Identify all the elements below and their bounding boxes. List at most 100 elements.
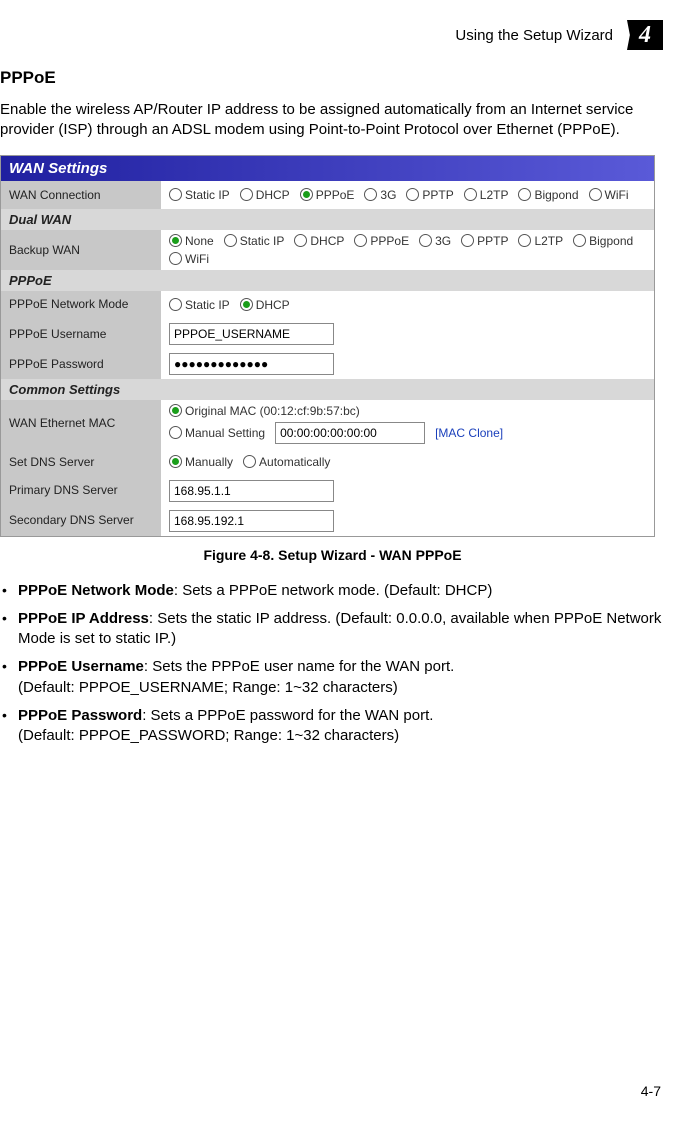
radio-dot-icon <box>518 188 531 201</box>
radio-3g[interactable]: 3G <box>364 188 396 202</box>
radio-dhcp[interactable]: DHCP <box>294 234 344 248</box>
section-pppoe: PPPoE <box>1 270 654 291</box>
radio-dot-icon <box>169 188 182 201</box>
row-dns: Set DNS Server Manually Automatically <box>1 448 654 476</box>
bullet-item: PPPoE Password: Sets a PPPoE password fo… <box>0 706 665 747</box>
row-wan-mac: WAN Ethernet MAC Original MAC (00:12:cf:… <box>1 400 654 448</box>
label-wan-mac: WAN Ethernet MAC <box>1 400 161 448</box>
label-backup-wan: Backup WAN <box>1 230 161 270</box>
breadcrumb: Using the Setup Wizard <box>455 27 613 44</box>
radio-label: DHCP <box>256 298 290 312</box>
radio-label: Bigpond <box>534 188 578 202</box>
figure-caption: Figure 4-8. Setup Wizard - WAN PPPoE <box>0 547 665 563</box>
page-header: Using the Setup Wizard 4 <box>0 20 665 50</box>
row-pppoe-mode: PPPoE Network Mode Static IP DHCP <box>1 291 654 319</box>
dns2-input[interactable] <box>169 510 334 532</box>
radio-dot-icon <box>169 455 182 468</box>
radio-dot-icon <box>243 455 256 468</box>
label-pppoe-mode: PPPoE Network Mode <box>1 291 161 319</box>
wan-settings-panel: WAN Settings WAN Connection Static IP DHC… <box>0 155 655 537</box>
radio-dhcp[interactable]: DHCP <box>240 188 290 202</box>
radio-label: None <box>185 234 214 248</box>
page-number: 4-7 <box>641 1083 661 1099</box>
section-common: Common Settings <box>1 379 654 400</box>
radio-dot-icon <box>461 234 474 247</box>
radio-dot-icon <box>169 298 182 311</box>
radio-label: PPTP <box>422 188 453 202</box>
bullet-rest: : Sets the PPPoE user name for the WAN p… <box>144 658 454 675</box>
radio-label: L2TP <box>534 234 563 248</box>
row-dns1: Primary DNS Server <box>1 476 654 506</box>
radio-automatically[interactable]: Automatically <box>243 455 330 469</box>
chapter-badge: 4 <box>627 20 663 50</box>
radio-dot-icon <box>354 234 367 247</box>
section-intro: Enable the wireless AP/Router IP address… <box>0 100 665 141</box>
wan-connection-options: Static IP DHCP PPPoE 3G PPTP L2TP Bigpond WiFi <box>161 184 654 206</box>
radio-static-ip[interactable]: Static IP <box>224 234 285 248</box>
bullet-head: PPPoE Username <box>18 658 144 675</box>
radio-label: Static IP <box>240 234 285 248</box>
radio-dot-icon <box>169 234 182 247</box>
original-mac-text: Original MAC (00:12:cf:9b:57:bc) <box>185 404 360 418</box>
bullet-line2: (Default: PPPOE_PASSWORD; Range: 1~32 ch… <box>18 727 399 744</box>
radio-label: L2TP <box>480 188 509 202</box>
label-pppoe-username: PPPoE Username <box>1 319 161 349</box>
radio-label: 3G <box>435 234 451 248</box>
radio-dot-icon <box>573 234 586 247</box>
radio-pptp[interactable]: PPTP <box>406 188 453 202</box>
radio-bigpond[interactable]: Bigpond <box>518 188 578 202</box>
radio-dot-icon <box>518 234 531 247</box>
bullet-item: PPPoE Username: Sets the PPPoE user name… <box>0 657 665 698</box>
panel-title: WAN Settings <box>1 156 654 181</box>
radio-static-ip[interactable]: Static IP <box>169 298 230 312</box>
manual-mac-text: Manual Setting <box>185 426 265 440</box>
pppoe-password-input[interactable] <box>169 353 334 375</box>
radio-dhcp[interactable]: DHCP <box>240 298 290 312</box>
radio-dot-icon <box>589 188 602 201</box>
label-dns: Set DNS Server <box>1 448 161 476</box>
radio-label: PPPoE <box>316 188 355 202</box>
radio-l2tp[interactable]: L2TP <box>464 188 509 202</box>
pppoe-username-input[interactable] <box>169 323 334 345</box>
section-title: PPPoE <box>0 68 665 88</box>
row-backup-wan: Backup WAN None Static IP DHCP PPPoE 3G PPTP L… <box>1 230 654 270</box>
radio-label: 3G <box>380 188 396 202</box>
radio-static-ip[interactable]: Static IP <box>169 188 230 202</box>
radio-dot-icon <box>300 188 313 201</box>
radio-pppoe[interactable]: PPPoE <box>354 234 409 248</box>
radio-wifi[interactable]: WiFi <box>169 252 209 266</box>
radio-original-mac[interactable]: Original MAC (00:12:cf:9b:57:bc) <box>169 404 360 418</box>
label-dns1: Primary DNS Server <box>1 476 161 506</box>
radio-label: DHCP <box>256 188 290 202</box>
radio-wifi[interactable]: WiFi <box>589 188 629 202</box>
radio-label: Automatically <box>259 455 330 469</box>
label-pppoe-password: PPPoE Password <box>1 349 161 379</box>
radio-label: WiFi <box>185 252 209 266</box>
radio-label: Static IP <box>185 188 230 202</box>
radio-pppoe[interactable]: PPPoE <box>300 188 355 202</box>
section-dual-wan: Dual WAN <box>1 209 654 230</box>
radio-label: DHCP <box>310 234 344 248</box>
radio-manual-mac[interactable]: Manual Setting <box>169 426 265 440</box>
radio-none[interactable]: None <box>169 234 214 248</box>
bullet-list: PPPoE Network Mode: Sets a PPPoE network… <box>0 581 665 747</box>
bullet-rest: : Sets a PPPoE password for the WAN port… <box>142 707 433 724</box>
dns1-input[interactable] <box>169 480 334 502</box>
label-wan-connection: WAN Connection <box>1 181 161 209</box>
bullet-item: PPPoE Network Mode: Sets a PPPoE network… <box>0 581 665 601</box>
bullet-head: PPPoE IP Address <box>18 610 149 627</box>
radio-bigpond[interactable]: Bigpond <box>573 234 633 248</box>
radio-label: PPPoE <box>370 234 409 248</box>
radio-label: Manually <box>185 455 233 469</box>
radio-manually[interactable]: Manually <box>169 455 233 469</box>
radio-dot-icon <box>294 234 307 247</box>
radio-pptp[interactable]: PPTP <box>461 234 508 248</box>
radio-dot-icon <box>419 234 432 247</box>
mac-clone-link[interactable]: [MAC Clone] <box>435 426 503 440</box>
radio-dot-icon <box>240 188 253 201</box>
radio-l2tp[interactable]: L2TP <box>518 234 563 248</box>
bullet-rest: : Sets a PPPoE network mode. (Default: D… <box>174 582 492 599</box>
manual-mac-input[interactable] <box>275 422 425 444</box>
radio-3g[interactable]: 3G <box>419 234 451 248</box>
radio-dot-icon <box>169 252 182 265</box>
